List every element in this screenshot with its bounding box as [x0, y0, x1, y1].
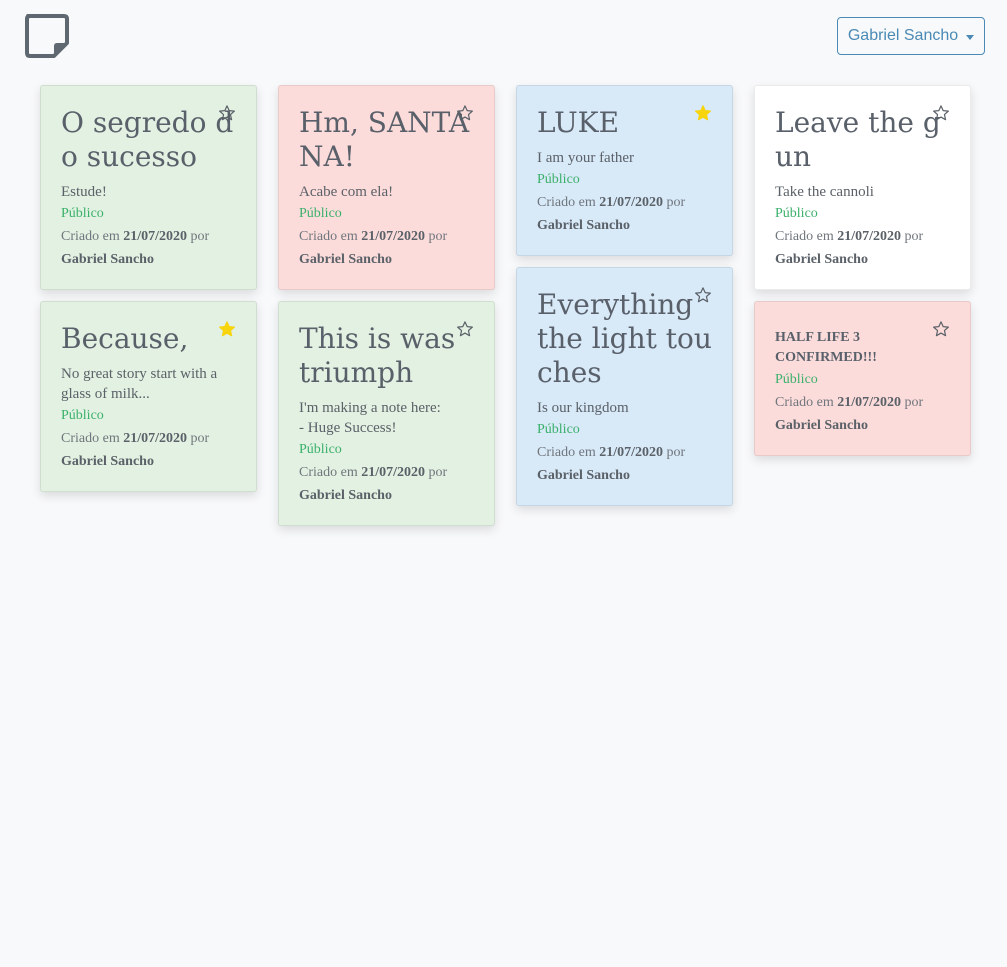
note-author: Gabriel Sancho — [299, 488, 392, 503]
note-visibility: Público — [537, 172, 580, 187]
created-prefix: Criado em — [299, 465, 358, 480]
created-prefix: Criado em — [299, 229, 358, 244]
note-date: 21/07/2020 — [599, 445, 663, 460]
star-outline-icon[interactable] — [932, 320, 950, 338]
note-logo-icon[interactable] — [24, 13, 70, 59]
note-body: Acabe com ela! — [299, 184, 394, 200]
note-body: No great story start with a glass of mil… — [61, 366, 218, 402]
note-author: Gabriel Sancho — [775, 252, 868, 267]
note-author: Gabriel Sancho — [775, 418, 868, 433]
note-visibility: Público — [61, 206, 104, 221]
note-visibility: Público — [537, 422, 580, 437]
by-label: por — [428, 229, 448, 244]
note-created: Criado em 21/07/2020 por — [537, 441, 712, 464]
note-date: 21/07/2020 — [837, 395, 901, 410]
star-outline-icon[interactable] — [218, 104, 236, 122]
note-body: Estude! — [61, 184, 107, 200]
note-card[interactable]: Hm, SANTANA! Acabe com ela! Público Cria… — [278, 85, 495, 290]
note-card[interactable]: Leave the gun Take the cannoli Público C… — [754, 85, 971, 290]
created-prefix: Criado em — [775, 229, 834, 244]
note-author: Gabriel Sancho — [537, 218, 630, 233]
created-prefix: Criado em — [61, 229, 120, 244]
by-label: por — [190, 431, 210, 446]
by-label: por — [904, 395, 924, 410]
note-title: This is was triumph — [299, 322, 456, 389]
note-title: Hm, SANTANA! — [299, 106, 470, 173]
note-card[interactable]: Everything the light touches Is our king… — [516, 267, 733, 506]
created-prefix: Criado em — [537, 195, 596, 210]
note-date: 21/07/2020 — [361, 465, 425, 480]
note-title: Everything the light touches — [537, 288, 712, 389]
caret-down-icon — [966, 34, 975, 40]
notes-column: Leave the gun Take the cannoli Público C… — [754, 85, 971, 456]
note-created: Criado em 21/07/2020 por — [61, 427, 236, 450]
star-outline-icon[interactable] — [694, 286, 712, 304]
notes-board: O segredo do sucesso Estude! Público Cri… — [40, 85, 971, 526]
note-card[interactable]: This is was triumph I'm making a note he… — [278, 301, 495, 526]
user-menu-label: Gabriel Sancho — [847, 27, 959, 44]
note-date: 21/07/2020 — [123, 431, 187, 446]
note-author: Gabriel Sancho — [299, 252, 392, 267]
created-prefix: Criado em — [537, 445, 596, 460]
notes-column: O segredo do sucesso Estude! Público Cri… — [40, 85, 257, 492]
note-body: Take the cannoli — [775, 184, 874, 200]
note-created: Criado em 21/07/2020 por — [299, 225, 474, 248]
star-outline-icon[interactable] — [456, 320, 474, 338]
user-menu-button[interactable]: Gabriel Sancho — [837, 17, 985, 55]
note-created: Criado em 21/07/2020 por — [299, 461, 474, 484]
note-author: Gabriel Sancho — [537, 468, 630, 483]
note-body: I'm making a note here: - Huge Success! — [299, 400, 441, 436]
note-visibility: Público — [299, 206, 342, 221]
note-card[interactable]: O segredo do sucesso Estude! Público Cri… — [40, 85, 257, 290]
note-date: 21/07/2020 — [837, 229, 901, 244]
star-outline-icon[interactable] — [932, 104, 950, 122]
note-date: 21/07/2020 — [361, 229, 425, 244]
note-created: Criado em 21/07/2020 por — [61, 225, 236, 248]
by-label: por — [666, 445, 686, 460]
notes-column: Hm, SANTANA! Acabe com ela! Público Cria… — [278, 85, 495, 526]
note-body: I am your father — [537, 150, 635, 166]
note-created: Criado em 21/07/2020 por — [775, 391, 950, 414]
note-created: Criado em 21/07/2020 por — [537, 191, 712, 214]
note-date: 21/07/2020 — [123, 229, 187, 244]
star-filled-icon[interactable] — [218, 320, 236, 338]
by-label: por — [666, 195, 686, 210]
top-navbar: Gabriel Sancho — [0, 0, 1007, 70]
created-prefix: Criado em — [61, 431, 120, 446]
by-label: por — [904, 229, 924, 244]
note-card[interactable]: LUKE I am your father Público Criado em … — [516, 85, 733, 256]
created-prefix: Criado em — [775, 395, 834, 410]
note-body: Is our kingdom — [537, 400, 629, 416]
by-label: por — [428, 465, 448, 480]
note-title: Leave the gun — [775, 106, 941, 173]
note-visibility: Público — [775, 372, 818, 387]
note-date: 21/07/2020 — [599, 195, 663, 210]
note-author: Gabriel Sancho — [61, 454, 154, 469]
note-created: Criado em 21/07/2020 por — [775, 225, 950, 248]
note-title: HALF LIFE 3 CONFIRMED!!! — [775, 330, 877, 365]
star-filled-icon[interactable] — [694, 104, 712, 122]
by-label: por — [190, 229, 210, 244]
note-card[interactable]: HALF LIFE 3 CONFIRMED!!! Público Criado … — [754, 301, 971, 456]
note-title: LUKE — [537, 106, 620, 139]
note-author: Gabriel Sancho — [61, 252, 154, 267]
note-visibility: Público — [299, 442, 342, 457]
star-outline-icon[interactable] — [456, 104, 474, 122]
note-visibility: Público — [775, 206, 818, 221]
notes-column: LUKE I am your father Público Criado em … — [516, 85, 733, 506]
note-title: O segredo do sucesso — [61, 106, 234, 173]
note-card[interactable]: Because, No great story start with a gla… — [40, 301, 257, 492]
note-title: Because, — [61, 322, 189, 355]
note-visibility: Público — [61, 408, 104, 423]
